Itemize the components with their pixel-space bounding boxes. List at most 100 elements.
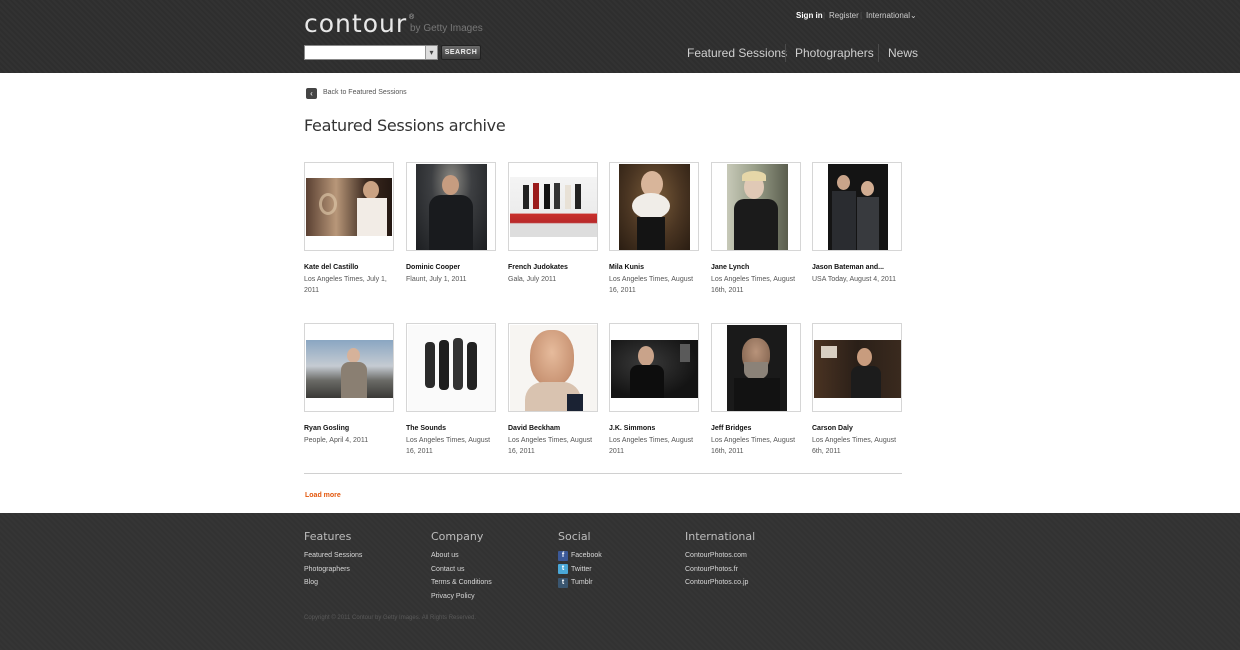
copyright-text: Copyright © 2011 Contour by Getty Images… xyxy=(304,615,477,621)
footer-link-contact[interactable]: Contact us xyxy=(431,563,492,577)
footer-link-contourphotos-fr[interactable]: ContourPhotos.fr xyxy=(685,563,755,577)
session-source: Gala, July 2011 xyxy=(508,276,557,283)
session-thumbnail[interactable] xyxy=(508,162,598,251)
registered-mark: ® xyxy=(409,14,415,21)
footer-link-contourphotos-jp[interactable]: ContourPhotos.co.jp xyxy=(685,576,755,590)
session-name[interactable]: Ryan Gosling xyxy=(304,424,394,434)
footer-link-featured-sessions[interactable]: Featured Sessions xyxy=(304,549,362,563)
session-name[interactable]: David Beckham xyxy=(508,424,598,434)
session-thumbnail[interactable] xyxy=(406,323,496,412)
load-more-link[interactable]: Load more xyxy=(305,492,341,499)
twitter-label: Twitter xyxy=(571,565,592,573)
separator: | xyxy=(860,11,863,20)
session-card[interactable]: Carson Daly Los Angeles Times, August 6t… xyxy=(812,323,902,457)
session-card[interactable]: Kate del Castillo Los Angeles Times, Jul… xyxy=(304,162,394,296)
session-card[interactable]: Jason Bateman and... USA Today, August 4… xyxy=(812,162,902,285)
session-thumbnail[interactable] xyxy=(609,323,699,412)
session-name[interactable]: Mila Kunis xyxy=(609,263,699,273)
nav-featured-sessions[interactable]: Featured Sessions xyxy=(687,46,787,60)
session-name[interactable]: Jane Lynch xyxy=(711,263,801,273)
twitter-icon: t xyxy=(558,564,568,575)
session-thumbnail[interactable] xyxy=(304,162,394,251)
site-header: contour ® by Getty Images ▾ SEARCH Sign … xyxy=(0,0,1240,73)
footer-heading: Social xyxy=(558,530,591,543)
facebook-label: Facebook xyxy=(571,552,602,559)
session-source: Los Angeles Times, August 16, 2011 xyxy=(609,276,694,294)
separator: | xyxy=(823,11,826,20)
session-thumbnail[interactable] xyxy=(609,162,699,251)
session-thumbnail[interactable] xyxy=(812,162,902,251)
footer-heading: International xyxy=(685,530,756,543)
session-thumbnail[interactable] xyxy=(406,162,496,251)
footer-link-contourphotos-com[interactable]: ContourPhotos.com xyxy=(685,549,755,563)
footer-company-column: Company About us Contact us Terms & Cond… xyxy=(431,530,492,603)
session-card[interactable]: Ryan Gosling People, April 4, 2011 xyxy=(304,323,394,446)
session-name[interactable]: Carson Daly xyxy=(812,424,902,434)
tumblr-label: Tumblr xyxy=(571,579,593,586)
session-name[interactable]: Jeff Bridges xyxy=(711,424,801,434)
session-name[interactable]: Jason Bateman and... xyxy=(812,263,902,273)
session-source: Los Angeles Times, August 16th, 2011 xyxy=(711,276,796,294)
session-card[interactable]: The Sounds Los Angeles Times, August 16,… xyxy=(406,323,496,457)
session-thumbnail[interactable] xyxy=(508,323,598,412)
footer-link-tumblr[interactable]: t Tumblr xyxy=(558,576,602,590)
footer-heading: Company xyxy=(431,530,484,543)
footer-link-blog[interactable]: Blog xyxy=(304,576,362,590)
chevron-down-icon: ⌄ xyxy=(910,11,917,20)
facebook-icon: f xyxy=(558,550,568,561)
contour-logo[interactable]: contour xyxy=(304,10,407,38)
footer-features-column: Features Featured Sessions Photographers… xyxy=(304,530,362,590)
nav-news[interactable]: News xyxy=(888,46,918,60)
session-card[interactable]: J.K. Simmons Los Angeles Times, August 2… xyxy=(609,323,699,457)
session-source: Flaunt, July 1, 2011 xyxy=(406,276,467,283)
session-card[interactable]: Mila Kunis Los Angeles Times, August 16,… xyxy=(609,162,699,296)
session-card[interactable]: French Judokates Gala, July 2011 xyxy=(508,162,598,285)
footer-link-privacy[interactable]: Privacy Policy xyxy=(431,590,492,604)
session-source: Los Angeles Times, August 2011 xyxy=(609,437,694,455)
footer-international-column: International ContourPhotos.com ContourP… xyxy=(685,530,755,590)
page-title: Featured Sessions archive xyxy=(304,116,506,135)
footer-link-twitter[interactable]: t Twitter xyxy=(558,563,602,577)
session-card[interactable]: Jeff Bridges Los Angeles Times, August 1… xyxy=(711,323,801,457)
session-source: USA Today, August 4, 2011 xyxy=(812,276,897,283)
session-card[interactable]: Dominic Cooper Flaunt, July 1, 2011 xyxy=(406,162,496,285)
session-name[interactable]: French Judokates xyxy=(508,263,598,273)
nav-divider xyxy=(878,44,879,62)
chevron-left-icon[interactable]: ‹ xyxy=(306,88,317,99)
footer-link-facebook[interactable]: f Facebook xyxy=(558,549,602,563)
session-name[interactable]: J.K. Simmons xyxy=(609,424,699,434)
international-label: International xyxy=(866,11,911,20)
footer-link-about[interactable]: About us xyxy=(431,549,492,563)
nav-photographers[interactable]: Photographers xyxy=(795,46,874,60)
chevron-down-icon[interactable]: ▾ xyxy=(425,46,437,59)
session-name[interactable]: Kate del Castillo xyxy=(304,263,394,273)
session-source: Los Angeles Times, August 16, 2011 xyxy=(508,437,593,455)
session-source: Los Angeles Times, August 6th, 2011 xyxy=(812,437,897,455)
session-source: Los Angeles Times, August 16th, 2011 xyxy=(711,437,796,455)
site-footer: Features Featured Sessions Photographers… xyxy=(0,513,1240,650)
search-input[interactable]: ▾ xyxy=(304,45,438,60)
session-card[interactable]: David Beckham Los Angeles Times, August … xyxy=(508,323,598,457)
logo-subtitle: by Getty Images xyxy=(410,23,483,34)
register-link[interactable]: Register xyxy=(829,11,859,20)
session-thumbnail[interactable] xyxy=(711,162,801,251)
footer-heading: Features xyxy=(304,530,352,543)
sign-in-link[interactable]: Sign in xyxy=(796,11,823,20)
footer-link-photographers[interactable]: Photographers xyxy=(304,563,362,577)
session-name[interactable]: Dominic Cooper xyxy=(406,263,496,273)
back-to-featured-link[interactable]: Back to Featured Sessions xyxy=(323,89,407,96)
session-source: Los Angeles Times, July 1, 2011 xyxy=(304,276,387,294)
content-divider xyxy=(304,473,902,474)
international-dropdown[interactable]: International⌄ xyxy=(866,11,917,20)
session-source: Los Angeles Times, August 16, 2011 xyxy=(406,437,491,455)
session-thumbnail[interactable] xyxy=(711,323,801,412)
session-thumbnail[interactable] xyxy=(304,323,394,412)
footer-social-column: Social f Facebook t Twitter t Tumblr xyxy=(558,530,602,590)
session-thumbnail[interactable] xyxy=(812,323,902,412)
session-card[interactable]: Jane Lynch Los Angeles Times, August 16t… xyxy=(711,162,801,296)
session-source: People, April 4, 2011 xyxy=(304,437,369,444)
footer-link-terms[interactable]: Terms & Conditions xyxy=(431,576,492,590)
session-name[interactable]: The Sounds xyxy=(406,424,496,434)
tumblr-icon: t xyxy=(558,577,568,588)
search-button[interactable]: SEARCH xyxy=(441,45,481,60)
